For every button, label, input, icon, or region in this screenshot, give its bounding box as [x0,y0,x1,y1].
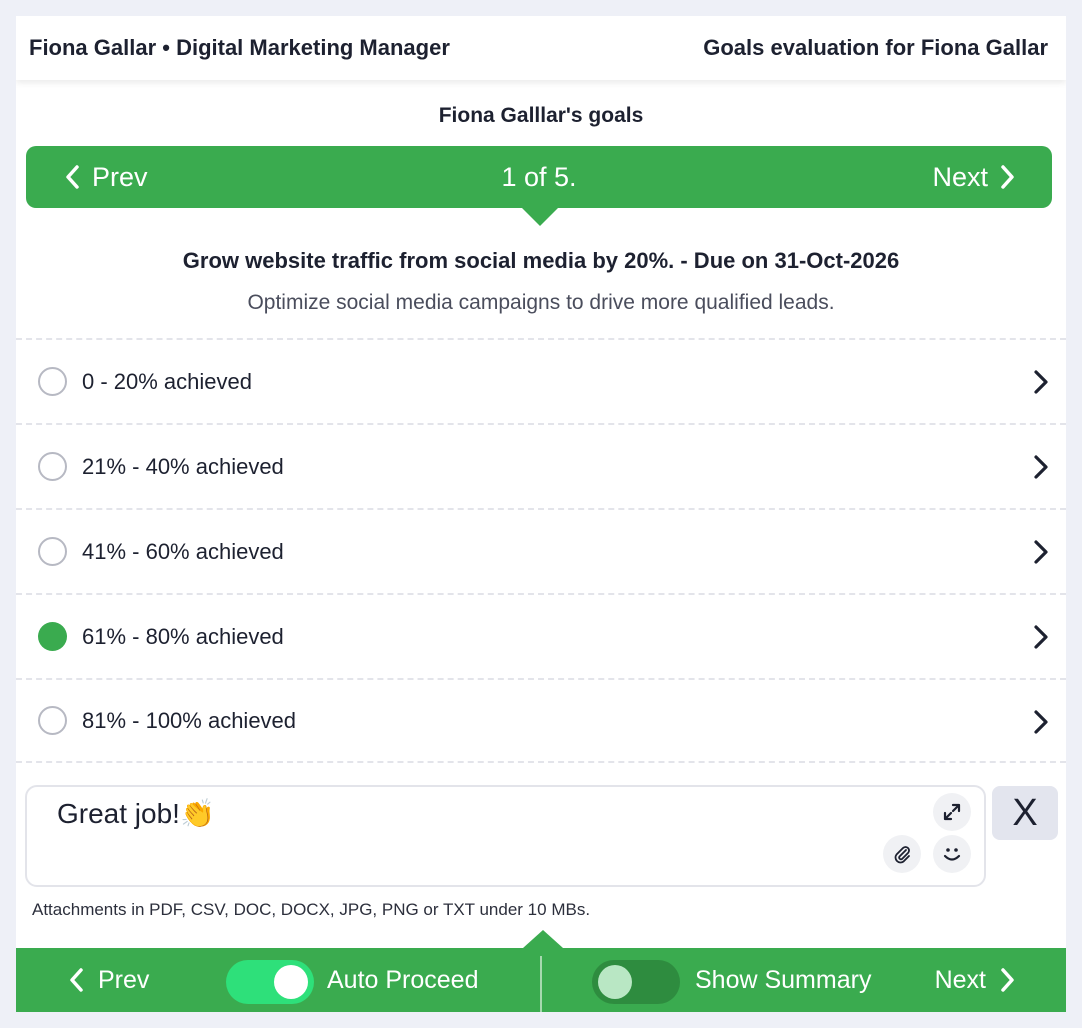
goal-pager: Prev 1 of 5. Next [26,146,1052,226]
chevron-right-icon [1001,165,1014,189]
employee-name-role: Fiona Gallar • Digital Marketing Manager [29,35,450,60]
toggle-knob [274,965,308,999]
pager-next-button[interactable]: Next [932,146,1016,208]
pager-prev-button[interactable]: Prev [64,146,148,208]
option-21-40[interactable]: 21% - 40% achieved [16,423,1066,508]
show-summary-label: Show Summary [695,965,872,994]
radio-button[interactable] [38,367,67,396]
expand-button[interactable] [933,793,971,831]
goal-title: Grow website traffic from social media b… [182,248,900,273]
goal-description: Optimize social media campaigns to drive… [247,291,835,314]
bottom-prev-label: Prev [98,965,150,994]
bottom-prev-button[interactable]: Prev [68,948,149,1012]
option-41-60[interactable]: 41% - 60% achieved [16,508,1066,593]
pager-count: 1 of 5. [501,161,577,192]
expand-icon [943,803,961,821]
bottom-next-label: Next [934,965,986,994]
radio-button-selected[interactable] [38,622,67,651]
chevron-left-icon [66,165,79,189]
chevron-right-icon [1034,625,1048,649]
paperclip-icon [894,846,910,864]
pager-next-label: Next [932,161,988,192]
chevron-right-icon [1034,540,1048,564]
radio-button[interactable] [38,452,67,481]
radio-button[interactable] [38,706,67,735]
auto-proceed-label: Auto Proceed [327,965,479,994]
chevron-right-icon [1034,370,1048,394]
evaluation-title: Goals evaluation for Fiona Gallar [703,35,1048,60]
achievement-options: 0 - 20% achieved 21% - 40% achieved 41% … [16,338,1066,763]
goals-heading: Fiona Galllar's goals [438,104,644,127]
bottom-nav-bar: Prev Auto Proceed Show Summary Next [16,930,1066,1012]
chevron-right-icon [1034,710,1048,734]
option-label: 61% - 80% achieved [82,623,284,649]
comment-input[interactable]: Great job!👏 [25,785,986,887]
goal-evaluation-panel: Fiona Gallar • Digital Marketing Manager… [16,16,1066,1012]
emoji-button[interactable] [933,835,971,873]
option-label: 0 - 20% achieved [82,368,252,394]
comment-text[interactable]: Great job!👏 [57,797,215,830]
close-comment-button[interactable]: X [992,786,1058,840]
attachment-note: Attachments in PDF, CSV, DOC, DOCX, JPG,… [32,900,591,919]
pager-prev-label: Prev [92,161,148,192]
show-summary-toggle[interactable] [592,960,680,1004]
attach-button[interactable] [883,835,921,873]
bottom-next-button[interactable]: Next [935,948,1016,1012]
toggle-knob [598,965,632,999]
chevron-right-icon [1034,455,1048,479]
auto-proceed-toggle[interactable] [226,960,314,1004]
bottom-bar-pointer [523,930,563,948]
pager-pointer [522,208,558,226]
bottom-bar-divider [540,956,542,1012]
header-bar: Fiona Gallar • Digital Marketing Manager… [16,16,1066,80]
option-61-80[interactable]: 61% - 80% achieved [16,593,1066,678]
option-81-100[interactable]: 81% - 100% achieved [16,678,1066,763]
option-0-20[interactable]: 0 - 20% achieved [16,338,1066,423]
option-label: 21% - 40% achieved [82,453,284,479]
smiley-icon [943,848,961,861]
chevron-left-icon [70,968,83,992]
radio-button[interactable] [38,537,67,566]
option-label: 41% - 60% achieved [82,538,284,564]
option-label: 81% - 100% achieved [82,707,297,733]
chevron-right-icon [1001,968,1014,992]
